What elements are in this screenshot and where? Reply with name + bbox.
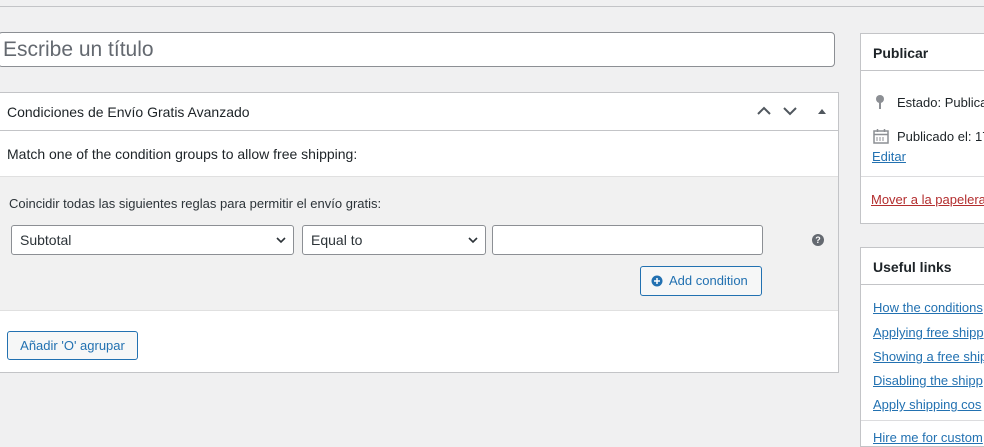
- plus-circle-icon: [651, 275, 663, 287]
- operator-select[interactable]: Equal to: [302, 225, 486, 255]
- move-down-button[interactable]: [780, 101, 800, 121]
- useful-link[interactable]: Hire me for custom: [873, 430, 983, 445]
- add-condition-button[interactable]: Add condition: [640, 266, 762, 296]
- help-icon[interactable]: ?: [812, 234, 824, 246]
- useful-link[interactable]: How the conditions: [873, 300, 983, 315]
- condition-group-label: Coincidir todas las siguientes reglas pa…: [9, 196, 382, 211]
- chevron-down-icon: [468, 237, 478, 244]
- pin-icon: [876, 95, 884, 109]
- add-or-group-button[interactable]: Añadir 'O' agrupar: [7, 331, 138, 360]
- toggle-arrow-icon: [818, 109, 826, 114]
- chevron-down-icon: [276, 237, 286, 244]
- status-text: Estado: Publica: [897, 95, 984, 110]
- useful-link[interactable]: Apply shipping cos: [873, 397, 981, 412]
- move-to-trash-link[interactable]: Mover a la papelera: [871, 192, 984, 207]
- postbox-header: Condiciones de Envío Gratis Avanzado: [0, 93, 838, 131]
- links-divider: [861, 420, 984, 421]
- useful-link[interactable]: Showing a free ship: [873, 349, 984, 364]
- condition-select-value: Subtotal: [20, 232, 72, 248]
- publish-box-title: Publicar: [873, 45, 929, 61]
- operator-select-value: Equal to: [311, 232, 363, 248]
- condition-value-input[interactable]: [492, 225, 763, 255]
- free-shipping-conditions-box: Condiciones de Envío Gratis Avanzado Mat…: [0, 92, 839, 373]
- postbox-title: Condiciones de Envío Gratis Avanzado: [7, 104, 250, 120]
- title-input[interactable]: [0, 32, 835, 67]
- useful-links-header: Useful links: [861, 248, 984, 285]
- publish-box: Publicar Estado: Publica Publicado el: 1…: [860, 33, 984, 224]
- publish-box-header: Publicar: [861, 34, 984, 71]
- chevron-down-icon: [783, 107, 797, 116]
- condition-group: Coincidir todas las siguientes reglas pa…: [0, 176, 838, 311]
- calendar-icon: [873, 129, 889, 144]
- useful-links-title: Useful links: [873, 259, 952, 275]
- publish-divider: [861, 176, 984, 177]
- condition-select[interactable]: Subtotal: [11, 225, 294, 255]
- useful-link[interactable]: Disabling the shipp: [873, 373, 983, 388]
- chevron-up-icon: [757, 106, 771, 115]
- toggle-panel-button[interactable]: [812, 101, 832, 121]
- move-up-button[interactable]: [754, 101, 774, 121]
- conditions-description: Match one of the condition groups to all…: [7, 146, 358, 162]
- useful-links-box: Useful links How the conditions Applying…: [860, 247, 984, 447]
- add-condition-label: Add condition: [669, 273, 748, 288]
- useful-link[interactable]: Applying free shipp: [873, 325, 984, 340]
- edit-date-link[interactable]: Editar: [872, 149, 906, 164]
- top-border: [0, 6, 984, 7]
- published-date-text: Publicado el: 17: [897, 129, 984, 144]
